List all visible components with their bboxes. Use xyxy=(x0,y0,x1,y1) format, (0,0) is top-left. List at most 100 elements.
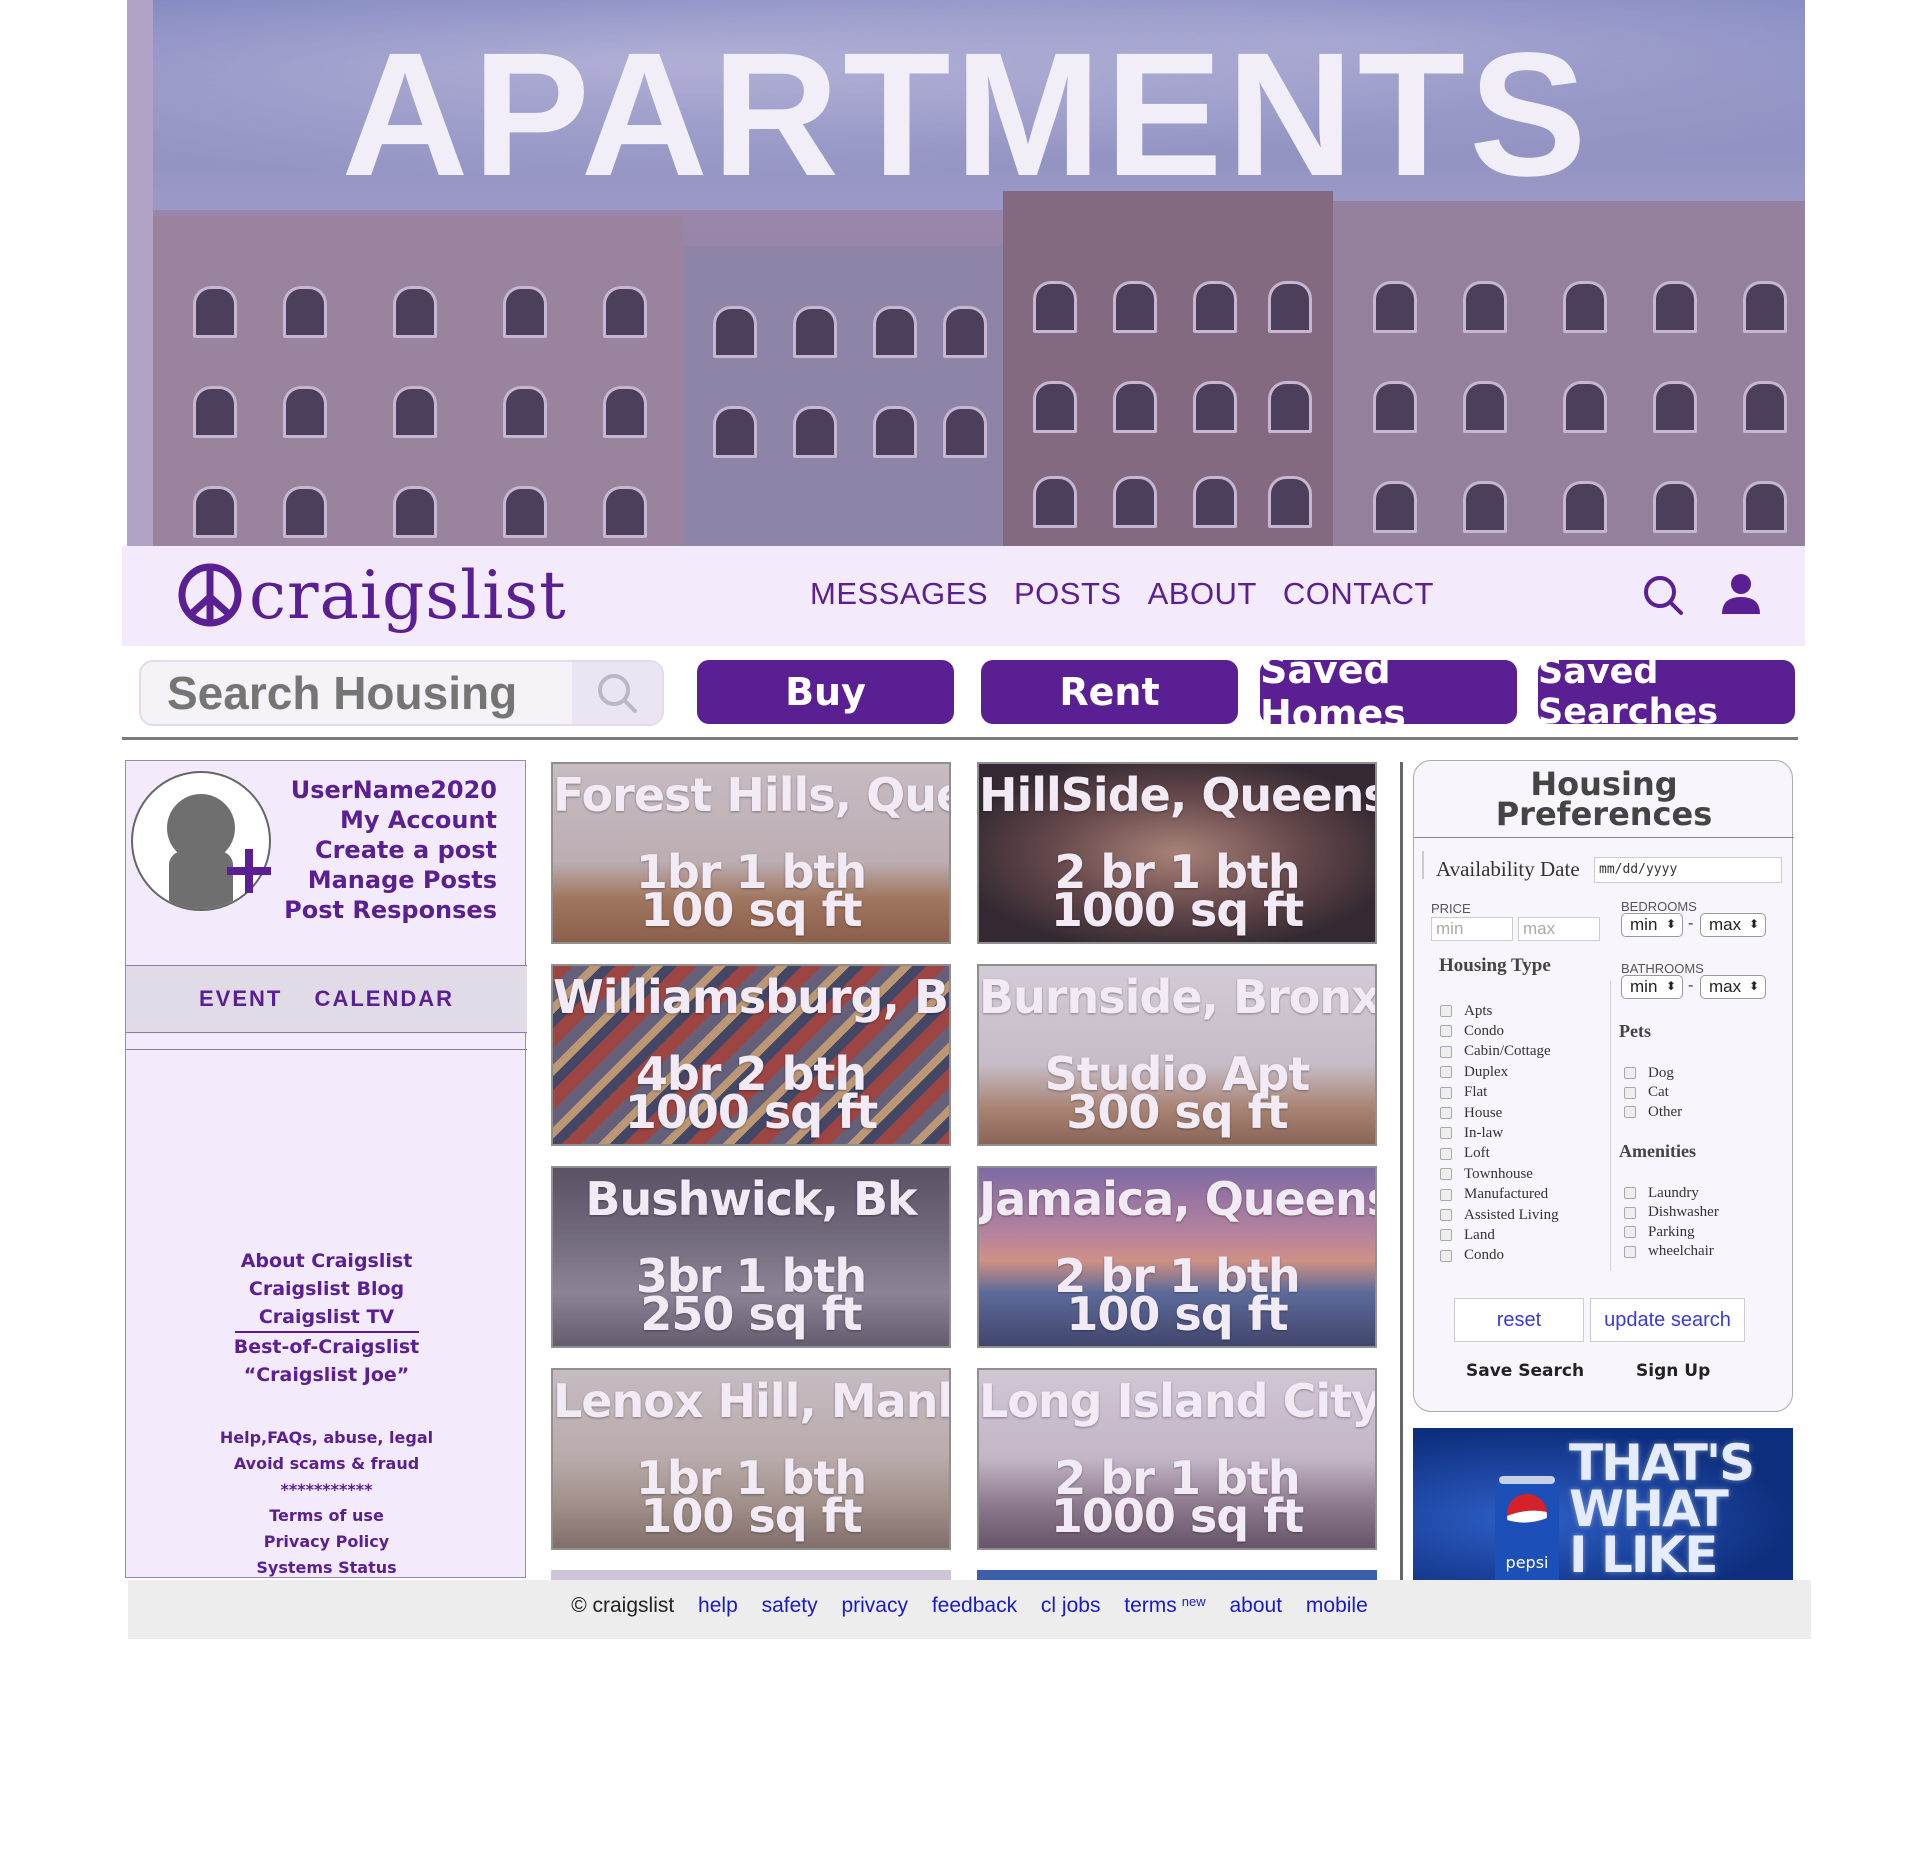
privacy-policy-link[interactable]: Privacy Policy xyxy=(126,1529,527,1555)
search-housing-button[interactable] xyxy=(572,662,662,724)
footer-privacy-link[interactable]: privacy xyxy=(841,1594,908,1617)
bathrooms-max-select[interactable]: max ⬍ xyxy=(1700,975,1766,999)
checkbox[interactable] xyxy=(1440,1209,1452,1221)
craigslist-tv-link[interactable]: Craigslist TV xyxy=(126,1303,527,1331)
checkbox[interactable] xyxy=(1624,1187,1636,1199)
nav-posts[interactable]: POSTS xyxy=(1014,576,1122,612)
footer-terms-link[interactable]: terms xyxy=(1124,1594,1177,1617)
price-max-input[interactable]: max xyxy=(1518,917,1600,941)
nav-contact[interactable]: CONTACT xyxy=(1283,576,1434,612)
checkbox[interactable] xyxy=(1440,1045,1452,1058)
housing-type-option[interactable]: Loft xyxy=(1440,1144,1490,1164)
rent-button[interactable]: Rent xyxy=(981,660,1238,724)
checkbox[interactable] xyxy=(1440,1147,1452,1160)
pet-option[interactable]: Cat xyxy=(1624,1083,1669,1103)
housing-type-option[interactable]: Land xyxy=(1440,1225,1495,1245)
housing-type-option[interactable]: Townhouse xyxy=(1440,1164,1533,1184)
price-min-input[interactable]: min xyxy=(1431,917,1513,941)
checkbox[interactable] xyxy=(1440,1127,1452,1140)
create-post-link[interactable]: Create a post xyxy=(284,835,497,865)
search-housing-input[interactable] xyxy=(141,662,571,724)
availability-date-input[interactable]: mm/dd/yyyy xyxy=(1594,857,1782,883)
save-search-link[interactable]: Save Search xyxy=(1466,1361,1584,1381)
update-search-button[interactable]: update search xyxy=(1590,1298,1745,1342)
housing-type-option[interactable]: Condo xyxy=(1440,1021,1504,1041)
listing-card-partial[interactable] xyxy=(977,1570,1377,1580)
avoid-scams-link[interactable]: Avoid scams & fraud xyxy=(126,1451,527,1477)
amenity-option[interactable]: Laundry xyxy=(1624,1183,1699,1203)
nav-about[interactable]: ABOUT xyxy=(1148,576,1257,612)
checkbox[interactable] xyxy=(1440,1005,1452,1017)
user-icon[interactable] xyxy=(1720,572,1762,616)
checkbox[interactable] xyxy=(1624,1206,1636,1219)
housing-type-option[interactable]: House xyxy=(1440,1103,1502,1123)
housing-type-option[interactable]: Condo xyxy=(1440,1246,1504,1266)
amenity-option[interactable]: Dishwasher xyxy=(1624,1203,1719,1223)
post-responses-link[interactable]: Post Responses xyxy=(284,895,497,925)
checkbox[interactable] xyxy=(1624,1245,1636,1258)
systems-status-link[interactable]: Systems Status xyxy=(126,1555,527,1581)
listing-card[interactable]: Burnside, Bronx Studio Apt 300 sq ft xyxy=(977,964,1377,1146)
sign-up-link[interactable]: Sign Up xyxy=(1636,1361,1710,1381)
craigslist-blog-link[interactable]: Craigslist Blog xyxy=(126,1275,527,1303)
bedrooms-min-select[interactable]: min ⬍ xyxy=(1621,913,1683,937)
terms-of-use-link[interactable]: Terms of use xyxy=(126,1503,527,1529)
housing-type-option[interactable]: In-law xyxy=(1440,1123,1503,1143)
listing-card-partial[interactable] xyxy=(551,1570,951,1580)
help-link[interactable]: Help,FAQs, abuse, legal xyxy=(126,1425,527,1451)
craigslist-joe-link[interactable]: “Craigslist Joe” xyxy=(126,1361,527,1389)
search-icon[interactable] xyxy=(1642,574,1684,616)
craigslist-logo[interactable]: craigslist xyxy=(177,557,567,634)
listing-card[interactable]: Forest Hills, Queens 1br 1 bth 100 sq ft xyxy=(551,762,951,944)
footer-about-link[interactable]: about xyxy=(1230,1594,1283,1617)
listing-card[interactable]: Long Island City, Qu 2 br 1 bth 1000 sq … xyxy=(977,1368,1377,1550)
checkbox[interactable] xyxy=(1624,1106,1636,1118)
bedrooms-max-select[interactable]: max ⬍ xyxy=(1700,913,1766,937)
username-link[interactable]: UserName2020 xyxy=(284,775,497,805)
saved-homes-button[interactable]: Saved Homes xyxy=(1260,648,1517,736)
checkbox[interactable] xyxy=(1440,1188,1452,1201)
footer-cl-jobs-link[interactable]: cl jobs xyxy=(1041,1594,1101,1617)
listing-card[interactable]: Williamsburg, Bk 4br 2 bth 1000 sq ft xyxy=(551,964,951,1146)
checkbox[interactable] xyxy=(1440,1229,1452,1242)
checkbox[interactable] xyxy=(1440,1066,1452,1079)
checkbox[interactable] xyxy=(1440,1168,1452,1181)
housing-type-option[interactable]: Assisted Living xyxy=(1440,1205,1559,1225)
about-craigslist-link[interactable]: About Craigslist xyxy=(126,1247,527,1275)
housing-type-option[interactable]: Cabin/Cottage xyxy=(1440,1042,1551,1062)
listing-card[interactable]: HillSide, Queens 2 br 1 bth 1000 sq ft xyxy=(977,762,1377,944)
checkbox[interactable] xyxy=(1440,1025,1452,1038)
checkbox[interactable] xyxy=(1440,1249,1452,1262)
listing-card[interactable]: Bushwick, Bk 3br 1 bth 250 sq ft xyxy=(551,1166,951,1348)
pepsi-advertisement[interactable]: pepsi THAT'S WHAT I LIKE xyxy=(1413,1428,1793,1580)
saved-searches-button[interactable]: Saved Searches xyxy=(1538,652,1795,732)
manage-posts-link[interactable]: Manage Posts xyxy=(284,865,497,895)
footer-mobile-link[interactable]: mobile xyxy=(1306,1594,1368,1617)
pet-option[interactable]: Dog xyxy=(1624,1063,1674,1083)
listing-card[interactable]: Lenox Hill, Manh. 1br 1 bth 100 sq ft xyxy=(551,1368,951,1550)
housing-type-option[interactable]: Manufactured xyxy=(1440,1185,1548,1205)
best-of-craigslist-link[interactable]: Best-of-Craigslist xyxy=(126,1333,527,1361)
amenity-option[interactable]: wheelchair xyxy=(1624,1242,1714,1262)
housing-type-option[interactable]: Flat xyxy=(1440,1083,1487,1103)
buy-button[interactable]: Buy xyxy=(697,660,954,724)
checkbox[interactable] xyxy=(1624,1086,1636,1099)
checkbox[interactable] xyxy=(1440,1107,1452,1119)
footer-safety-link[interactable]: safety xyxy=(762,1594,818,1617)
checkbox[interactable] xyxy=(1440,1086,1452,1099)
nav-messages[interactable]: MESSAGES xyxy=(810,576,988,612)
checkbox[interactable] xyxy=(1624,1226,1636,1238)
add-photo-icon[interactable] xyxy=(223,845,275,897)
amenity-option[interactable]: Parking xyxy=(1624,1222,1695,1242)
footer-help-link[interactable]: help xyxy=(698,1594,738,1617)
pet-option[interactable]: Other xyxy=(1624,1102,1682,1122)
housing-type-option[interactable]: Duplex xyxy=(1440,1062,1508,1082)
housing-type-option[interactable]: Apts xyxy=(1440,1001,1492,1021)
event-calendar-button[interactable]: EVENT CALENDAR xyxy=(126,965,527,1033)
checkbox[interactable] xyxy=(1624,1067,1636,1079)
footer-feedback-link[interactable]: feedback xyxy=(932,1594,1017,1617)
my-account-link[interactable]: My Account xyxy=(284,805,497,835)
reset-button[interactable]: reset xyxy=(1454,1298,1584,1342)
bathrooms-min-select[interactable]: min ⬍ xyxy=(1621,975,1683,999)
listing-card[interactable]: Jamaica, Queens 2 br 1 bth 100 sq ft xyxy=(977,1166,1377,1348)
